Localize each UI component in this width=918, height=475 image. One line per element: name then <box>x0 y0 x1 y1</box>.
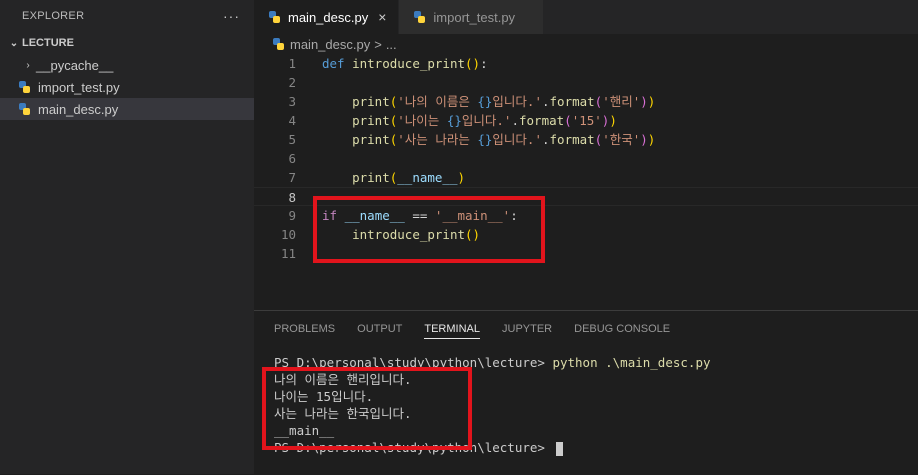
line-number: 11 <box>280 246 296 261</box>
breadcrumb: main_desc.py > ... <box>254 34 918 54</box>
code-line: 4 print('나이는 {}입니다.'.format('15')) <box>254 111 918 130</box>
python-file-icon <box>18 103 32 115</box>
code-text: def introduce_print(): <box>322 56 488 71</box>
code-line: 1 def introduce_print(): <box>254 54 918 73</box>
breadcrumb-separator: > <box>374 36 382 52</box>
panel-tabs: PROBLEMS OUTPUT TERMINAL JUPYTER DEBUG C… <box>254 311 918 347</box>
code-text: print('나이는 {}입니다.'.format('15')) <box>352 113 617 128</box>
highlight-box-code <box>313 196 545 263</box>
tab-main-desc[interactable]: main_desc.py × <box>254 0 400 34</box>
terminal-cursor <box>556 441 564 456</box>
code-text: print('나의 이름은 {}입니다.'.format('핸리')) <box>352 94 656 109</box>
tree-item-pycache[interactable]: › __pycache__ <box>0 54 254 76</box>
explorer-title: EXPLORER <box>22 10 85 22</box>
line-number: 3 <box>288 94 296 109</box>
line-number: 1 <box>288 56 296 71</box>
explorer-sidebar: EXPLORER ··· ⌄ LECTURE › __pycache__ imp… <box>0 0 254 474</box>
editor: main_desc.py × import_test.py main_desc.… <box>254 0 918 310</box>
folder-label: LECTURE <box>22 37 74 49</box>
tree-item-label: __pycache__ <box>36 57 114 73</box>
tree-item-import-test[interactable]: import_test.py <box>0 76 254 98</box>
close-icon[interactable]: × <box>378 9 386 25</box>
tree-item-main-desc[interactable]: main_desc.py <box>0 98 254 120</box>
code-line: 5 print('사는 나라는 {}입니다.'.format('한국')) <box>254 130 918 149</box>
tab-jupyter[interactable]: JUPYTER <box>502 311 552 347</box>
tab-label: import_test.py <box>433 9 516 25</box>
more-actions-icon[interactable]: ··· <box>223 8 240 24</box>
tab-problems[interactable]: PROBLEMS <box>274 311 335 347</box>
code-line: 6 <box>254 149 918 168</box>
chevron-down-icon: ⌄ <box>9 37 19 49</box>
line-number: 5 <box>288 132 296 147</box>
breadcrumb-symbol[interactable]: ... <box>386 37 397 52</box>
tree-item-label: main_desc.py <box>38 101 119 117</box>
python-file-icon <box>413 11 427 23</box>
code-line: 3 print('나의 이름은 {}입니다.'.format('핸리')) <box>254 92 918 111</box>
line-number: 9 <box>288 208 296 223</box>
tree-item-label: import_test.py <box>38 79 120 95</box>
code-line: 2 <box>254 73 918 92</box>
line-number: 7 <box>288 170 296 185</box>
editor-tabs: main_desc.py × import_test.py <box>254 0 918 34</box>
folder-lecture[interactable]: ⌄ LECTURE <box>0 32 254 54</box>
line-number: 2 <box>288 75 296 90</box>
code-text: print('사는 나라는 {}입니다.'.format('한국')) <box>352 132 656 147</box>
highlight-box-output <box>262 367 472 450</box>
terminal-command: python .\main_desc.py <box>552 355 711 370</box>
explorer-header: EXPLORER ··· <box>0 0 254 32</box>
code-line: 7 print(__name__) <box>254 168 918 187</box>
line-number: 6 <box>288 151 296 166</box>
breadcrumb-file[interactable]: main_desc.py <box>290 37 370 52</box>
tab-terminal[interactable]: TERMINAL <box>424 311 480 347</box>
python-file-icon <box>18 81 32 93</box>
line-number: 10 <box>280 227 296 242</box>
chevron-right-icon: › <box>26 59 30 71</box>
tab-import-test[interactable]: import_test.py <box>399 0 545 34</box>
line-number: 4 <box>288 113 296 128</box>
python-file-icon <box>268 11 282 23</box>
tab-label: main_desc.py <box>288 9 369 25</box>
code-text: print(__name__) <box>352 170 466 185</box>
python-file-icon <box>272 38 286 50</box>
tab-output[interactable]: OUTPUT <box>357 311 402 347</box>
line-number: 8 <box>288 190 296 205</box>
tab-debug-console[interactable]: DEBUG CONSOLE <box>574 311 670 347</box>
